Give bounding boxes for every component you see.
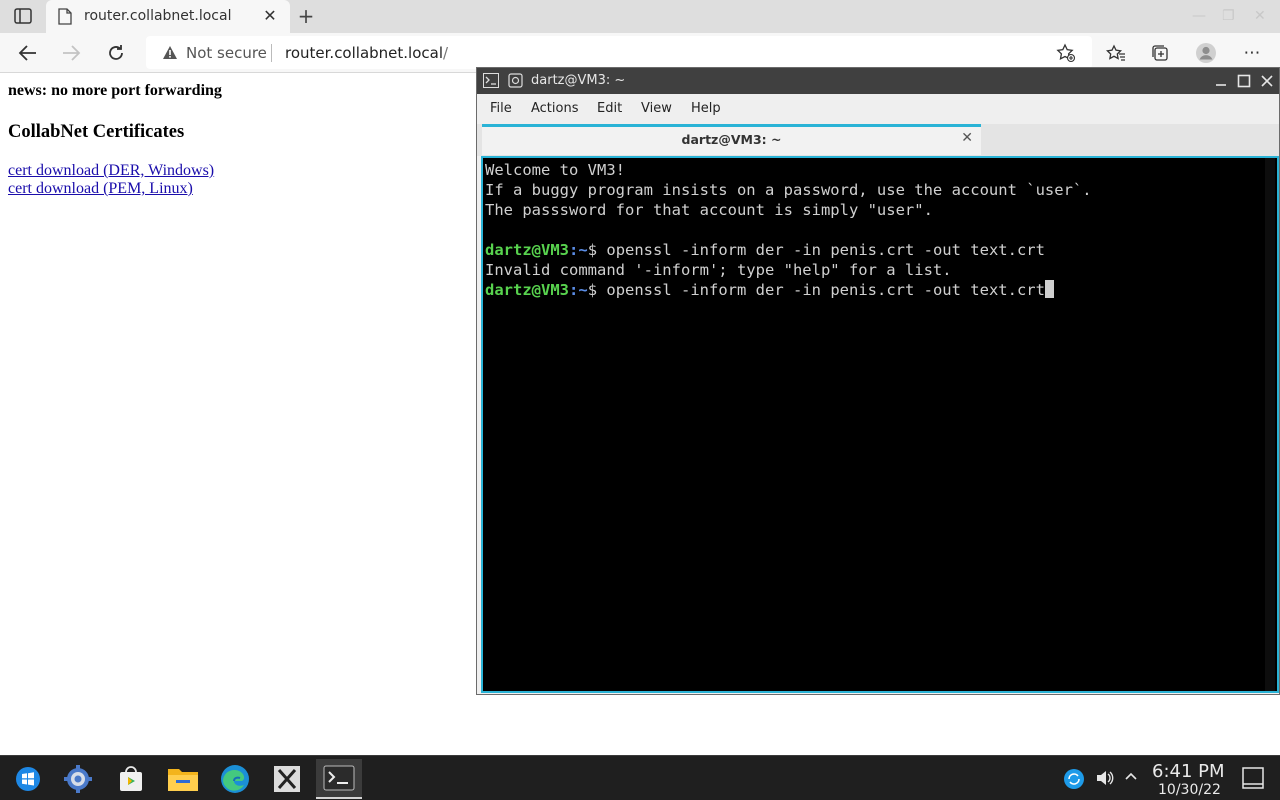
prompt-user: dartz@VM3 [485, 281, 569, 299]
close-window-icon[interactable]: ✕ [1254, 8, 1266, 24]
browser-tab[interactable]: router.collabnet.local ✕ [46, 0, 290, 33]
prompt-dollar: $ [587, 281, 607, 299]
back-button[interactable] [15, 40, 41, 66]
terminal-line: Welcome to VM3! [485, 161, 625, 179]
close-tab-icon[interactable]: ✕ [260, 6, 280, 26]
minimize-icon[interactable] [1212, 72, 1230, 90]
command-line: dartz@VM3:~$ openssl -inform der -in pen… [485, 240, 1277, 260]
browser-tabstrip: router.collabnet.local ✕ + — ❐ ✕ [0, 0, 1280, 33]
terminal-tab-label: dartz@VM3: ~ [681, 132, 782, 147]
close-tab-icon[interactable]: ✕ [961, 130, 973, 146]
terminal-window-title: dartz@VM3: ~ [531, 73, 626, 88]
prompt-dollar: $ [587, 241, 607, 259]
terminal-app-icon[interactable] [316, 759, 362, 799]
refresh-button[interactable] [103, 40, 129, 66]
url-path: / [443, 44, 449, 62]
menu-view[interactable]: View [641, 101, 672, 116]
terminal-line: Invalid command '-inform'; type "help" f… [485, 261, 952, 279]
menu-edit[interactable]: Edit [597, 101, 622, 116]
url-host: router.collabnet.local [285, 44, 443, 62]
minimize-icon[interactable]: — [1192, 8, 1206, 24]
new-tab-button[interactable]: + [295, 5, 317, 27]
cert-download-pem-link[interactable]: cert download (PEM, Linux) [8, 180, 193, 198]
restore-icon[interactable]: ❐ [1222, 8, 1235, 24]
tab-actions-icon[interactable] [14, 8, 32, 24]
terminal-line: If a buggy program insists on a password… [485, 181, 1092, 199]
menu-actions[interactable]: Actions [531, 101, 579, 116]
terminal-titlebar[interactable]: dartz@VM3: ~ [477, 68, 1279, 94]
menu-file[interactable]: File [490, 101, 512, 116]
address-bar[interactable]: Not secure router.collabnet.local/ [146, 36, 1092, 69]
settings-gear-icon[interactable] [55, 759, 101, 799]
cert-download-der-link[interactable]: cert download (DER, Windows) [8, 162, 214, 180]
prompt-sep: : [569, 281, 579, 299]
edge-browser-icon[interactable] [212, 759, 258, 799]
menu-help[interactable]: Help [691, 101, 721, 116]
chevron-up-icon[interactable] [1123, 768, 1139, 788]
news-text: news: no more port forwarding [8, 82, 222, 99]
terminal-menubar: File Actions Edit View Help [477, 94, 1279, 124]
profile-avatar[interactable] [1192, 40, 1220, 66]
sync-status-icon[interactable] [1063, 768, 1085, 794]
command-input[interactable]: openssl -inform der -in penis.crt -out t… [606, 281, 1045, 299]
prompt-path: ~ [578, 281, 588, 299]
terminal-output[interactable]: Welcome to VM3! If a buggy program insis… [481, 156, 1279, 693]
terminal-tab[interactable]: dartz@VM3: ~ ✕ [482, 124, 981, 155]
command-line: dartz@VM3:~$ openssl -inform der -in pen… [485, 280, 1277, 300]
add-favorite-icon[interactable] [1052, 40, 1080, 66]
terminal-line: The passsword for that account is simply… [485, 201, 933, 219]
taskbar: 6:41 PM 10/30/22 [0, 755, 1280, 800]
page-icon [58, 8, 72, 25]
more-menu-icon[interactable]: ⋯ [1238, 40, 1266, 66]
text-cursor [1044, 280, 1054, 298]
terminal-window: dartz@VM3: ~ File Actions Edit View Help… [476, 67, 1280, 695]
command-text: openssl -inform der -in penis.crt -out t… [606, 241, 1045, 259]
terminal-tabbar: dartz@VM3: ~ ✕ [477, 124, 1279, 156]
security-label[interactable]: Not secure [186, 44, 267, 62]
scrollbar[interactable] [1265, 158, 1275, 691]
forward-button[interactable] [58, 40, 84, 66]
volume-icon[interactable] [1095, 768, 1115, 792]
url-text[interactable]: router.collabnet.local/ [285, 44, 448, 62]
prompt-user: dartz@VM3 [485, 241, 569, 259]
tab-title: router.collabnet.local [84, 8, 232, 24]
pin-icon[interactable] [508, 73, 523, 88]
prompt-sep: : [569, 241, 579, 259]
page-heading: CollabNet Certificates [8, 122, 185, 142]
terminal-app-icon[interactable] [483, 73, 499, 88]
clock-date[interactable]: 10/30/22 [1158, 782, 1221, 798]
collections-icon[interactable] [1146, 40, 1174, 66]
prompt-path: ~ [578, 241, 588, 259]
start-menu-icon[interactable] [5, 759, 51, 799]
favorites-icon[interactable] [1102, 40, 1130, 66]
warning-icon[interactable] [162, 45, 178, 60]
notifications-icon[interactable] [1241, 766, 1265, 794]
close-icon[interactable] [1258, 72, 1276, 90]
file-manager-folder-icon[interactable] [160, 759, 206, 799]
clock-time[interactable]: 6:41 PM [1152, 761, 1225, 782]
x-app-icon[interactable] [264, 759, 310, 799]
separator [271, 44, 272, 62]
web-page: news: no more port forwarding CollabNet … [0, 74, 476, 754]
maximize-icon[interactable] [1235, 72, 1253, 90]
store-bag-icon[interactable] [108, 759, 154, 799]
